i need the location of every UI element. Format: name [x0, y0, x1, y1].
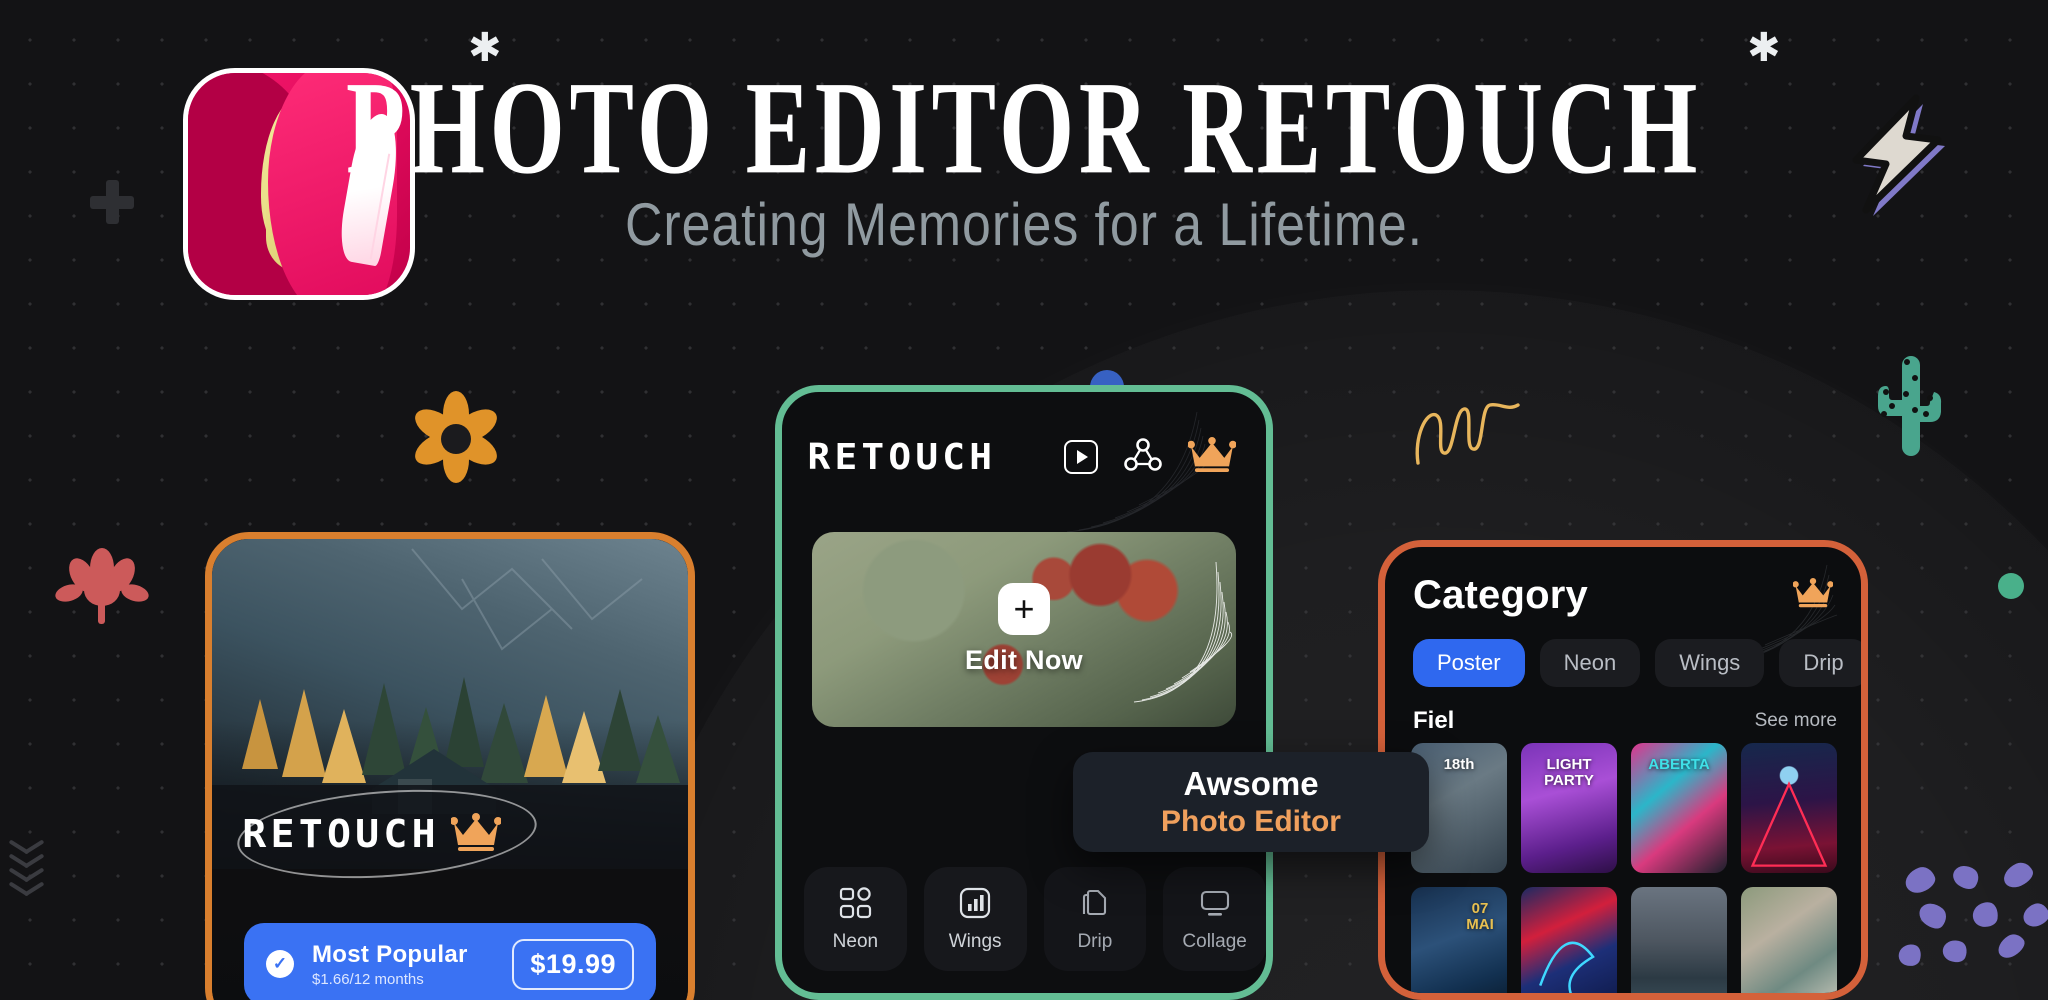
nav-item-wings[interactable]: Wings	[923, 867, 1027, 971]
nav-item-drip[interactable]: Drip	[1043, 867, 1147, 971]
thumb-aberta[interactable]: ABERTA	[1631, 743, 1727, 873]
center-phone-topbar: RETOUCH	[782, 392, 1266, 522]
layers-icon	[1082, 889, 1106, 915]
page-subtitle: Creating Memories for a Lifetime.	[624, 191, 1424, 259]
chip-drip[interactable]: Drip	[1779, 639, 1861, 687]
most-popular-plan-card[interactable]: ✓ Most Popular $1.66/12 months $19.99	[244, 923, 656, 1000]
plan-subtitle: $1.66/12 months	[312, 970, 424, 988]
page-title: Category	[1413, 572, 1588, 617]
video-play-icon[interactable]	[1064, 440, 1098, 474]
share-nodes-icon[interactable]	[1124, 437, 1162, 477]
nav-label: Neon	[832, 930, 879, 952]
nav-item-neon[interactable]: Neon	[804, 867, 907, 971]
edit-now-label: Edit Now	[965, 645, 1083, 675]
left-phone-watermark: RETOUCH	[234, 780, 577, 888]
thumb-neon-triangle[interactable]	[1741, 743, 1837, 873]
check-circle-icon: ✓	[266, 950, 294, 978]
section-header-row: Fiel See more	[1413, 707, 1837, 735]
see-more-link[interactable]: See more	[1755, 710, 1837, 732]
tooltip-line-2: Photo Editor	[1161, 805, 1341, 838]
template-thumbnail-grid: 18th LIGHT PARTY ABERTA 07 MAI hawaii '2…	[1411, 743, 1837, 1000]
grid-squares-icon	[840, 886, 872, 918]
crown-icon	[450, 812, 503, 856]
nav-item-collage[interactable]: Collage	[1163, 867, 1266, 971]
thumb-neon-dancer[interactable]	[1521, 887, 1617, 993]
tooltip-line-1: Awsome	[1183, 765, 1319, 802]
plus-icon[interactable]: +	[998, 583, 1050, 635]
chip-poster[interactable]: Poster	[1413, 639, 1525, 687]
retouch-logo: RETOUCH	[807, 436, 997, 478]
chip-wings[interactable]: Wings	[1655, 639, 1765, 687]
edit-now-card[interactable]: + Edit Now	[812, 532, 1236, 727]
center-phone-mockup: RETOUCH + Edit Now Neon Wings Drip Colla…	[775, 385, 1273, 1000]
thumb-hawaii-film[interactable]: hawaii '21	[1741, 887, 1837, 1000]
page-title: PHOTO EDITOR RETOUCH	[345, 54, 1703, 202]
nav-label: Drip	[1077, 930, 1113, 952]
nav-label: Wings	[948, 930, 1002, 952]
crown-icon[interactable]	[1187, 436, 1237, 478]
plan-text-block: Most Popular $1.66/12 months	[312, 941, 494, 988]
category-header: Category	[1385, 547, 1861, 643]
monitor-icon	[1200, 890, 1229, 916]
nav-label: Collage	[1182, 930, 1247, 952]
bar-chart-icon	[960, 887, 991, 918]
thumb-light-party[interactable]: LIGHT PARTY	[1521, 743, 1617, 873]
thumb-07-mai-poster[interactable]: 07 MAI	[1411, 887, 1507, 993]
thumb-rain-street[interactable]	[1631, 887, 1727, 993]
center-phone-bottom-nav: Neon Wings Drip Collage	[804, 867, 1266, 971]
thumb-label: LIGHT PARTY	[1544, 756, 1594, 789]
plan-title: Most Popular	[312, 940, 468, 968]
thumb-label: 07 MAI	[1466, 900, 1494, 933]
plan-price-badge[interactable]: $19.99	[512, 938, 634, 990]
category-chips: Poster Neon Wings Drip	[1413, 639, 1861, 687]
section-title: Fiel	[1413, 707, 1455, 734]
topbar-icons	[1064, 436, 1237, 478]
left-phone-mockup: RETOUCH ✓ Most Popular $1.66/12 months $…	[205, 532, 695, 1000]
chip-neon[interactable]: Neon	[1539, 639, 1641, 687]
thumb-label: ABERTA	[1648, 756, 1710, 773]
crown-icon[interactable]	[1792, 577, 1834, 613]
awsome-photo-editor-tooltip: Awsome Photo Editor	[1073, 752, 1429, 852]
thumb-label: hawaii '21	[1758, 992, 1820, 1000]
retouch-wordmark: RETOUCH	[242, 812, 440, 856]
right-phone-mockup: Category Poster Neon Wings Drip Fiel See…	[1378, 540, 1868, 1000]
edit-card-overlay: + Edit Now	[812, 532, 1236, 727]
